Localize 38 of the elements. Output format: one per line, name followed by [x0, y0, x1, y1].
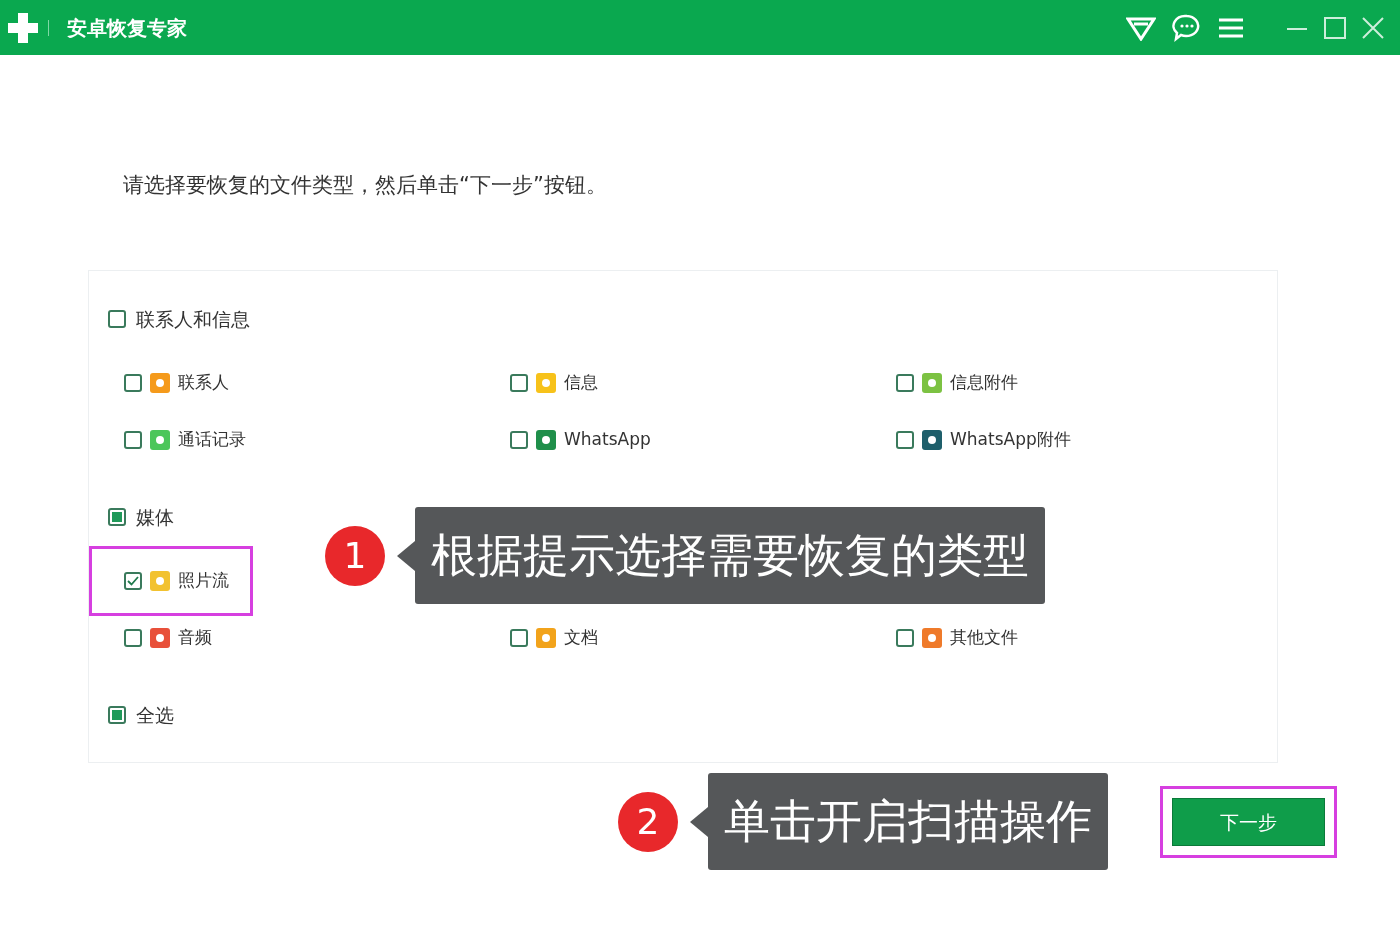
callout-text: 单击开启扫描操作 [708, 773, 1108, 870]
window-title: 安卓恢复专家 [67, 14, 187, 42]
checkbox[interactable] [124, 572, 142, 590]
file-type-label: 照片流 [178, 569, 229, 593]
checkbox[interactable] [896, 629, 914, 647]
checkbox[interactable] [510, 374, 528, 392]
checkbox[interactable] [108, 310, 126, 328]
file-type-label: 文档 [564, 626, 598, 650]
file-type-label: 音频 [178, 626, 212, 650]
callout-pointer-icon [397, 540, 415, 571]
chat-icon[interactable] [1172, 12, 1202, 43]
file-type-label: 其他文件 [950, 626, 1018, 650]
file-type-label: 信息 [564, 371, 598, 395]
step-number-badge: 2 [618, 791, 678, 852]
file-type-label: 通话记录 [178, 428, 246, 452]
file-type-label: WhatsApp附件 [950, 428, 1071, 452]
next-button[interactable]: 下一步 [1172, 798, 1325, 846]
file-type-label: 联系人 [178, 371, 229, 395]
step-number-badge: 1 [325, 525, 385, 586]
file-type-label: WhatsApp [564, 428, 651, 452]
group-label: 全选 [136, 702, 174, 728]
checkbox[interactable] [510, 431, 528, 449]
checkbox[interactable] [124, 374, 142, 392]
checkbox[interactable] [896, 431, 914, 449]
group-label: 媒体 [136, 504, 174, 530]
menu-icon[interactable] [1218, 16, 1244, 39]
callout-text: 根据提示选择需要恢复的类型 [415, 507, 1045, 604]
file-type-label: 信息附件 [950, 371, 1018, 395]
group-label: 联系人和信息 [136, 306, 250, 332]
callout-pointer-icon [690, 806, 708, 837]
checkbox[interactable] [510, 629, 528, 647]
plus-logo-icon [6, 10, 40, 45]
checkbox[interactable] [896, 374, 914, 392]
checkbox[interactable] [124, 629, 142, 647]
instruction-text: 请选择要恢复的文件类型，然后单击“下一步”按钮。 [123, 172, 608, 199]
checkbox[interactable] [124, 431, 142, 449]
checkbox[interactable] [108, 706, 126, 724]
checkbox[interactable] [108, 508, 126, 526]
